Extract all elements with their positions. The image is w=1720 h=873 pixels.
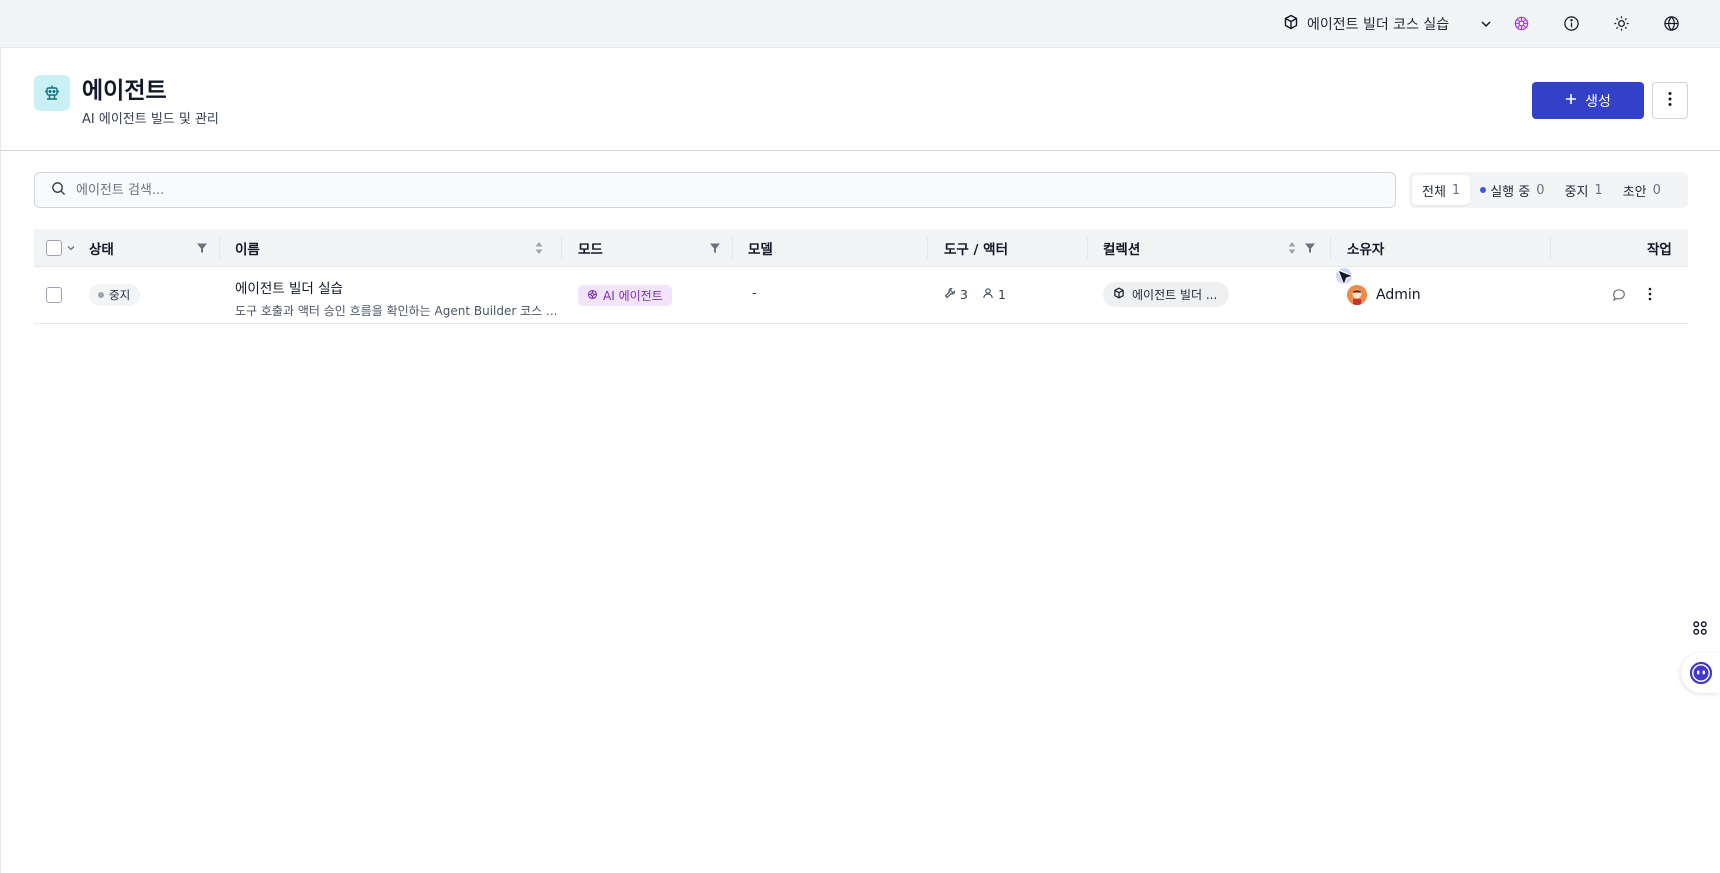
mode-badge: AI 에이전트	[578, 285, 672, 306]
create-button[interactable]: 생성	[1532, 82, 1644, 119]
actors-count: 1	[997, 287, 1006, 302]
status-badge: 중지	[89, 284, 141, 306]
main-panel: 에이전트 AI 에이전트 빌드 및 관리 생성 전체 1 실행 중 0	[0, 48, 1720, 873]
plus-icon	[1565, 93, 1577, 109]
column-header-tools: 도구 / 액터	[944, 242, 1009, 258]
collection-picker[interactable]: 에이전트 빌더 코스 실습	[1283, 12, 1493, 36]
assistant-bot-icon[interactable]	[1681, 653, 1720, 693]
filter-tab-label: 전체	[1422, 184, 1446, 200]
globe-icon[interactable]	[1661, 13, 1681, 33]
tools-count: 3	[960, 287, 968, 302]
column-header-collection[interactable]: 컬렉션	[1103, 229, 1140, 267]
column-header-status: 상태	[89, 242, 114, 258]
page-header: 에이전트 AI 에이전트 빌드 및 관리 생성	[1, 48, 1720, 151]
filter-tab-running[interactable]: 실행 중 0	[1470, 175, 1554, 205]
page-subtitle: AI 에이전트 빌드 및 관리	[82, 112, 219, 127]
collection-cell: 에이전트 빌더 ...	[1103, 282, 1230, 307]
collection-label: 에이전트 빌더 ...	[1132, 288, 1218, 302]
filter-tab-stopped[interactable]: 중지 1	[1555, 175, 1613, 205]
filter-icon[interactable]	[1304, 229, 1320, 267]
name-cell: 에이전트 빌더 실습 도구 호출과 액터 승인 흐름을 확인하는 Agent B…	[235, 277, 557, 319]
select-all-checkbox-cell	[46, 229, 76, 267]
user-icon	[982, 287, 994, 302]
filter-tab-label: 초안	[1622, 184, 1647, 200]
create-button-label: 생성	[1585, 93, 1611, 110]
status-cell: 중지	[89, 284, 141, 306]
status-filter-tabs: 전체 1 실행 중 0 중지 1 초안 0	[1409, 172, 1688, 208]
robot-icon	[34, 75, 70, 111]
table-header: 상태 이름 모드 모델 도구 / 액터 컬렉션 소유자 작업	[34, 229, 1688, 267]
column-header-mode: 모드	[578, 242, 603, 258]
collection-badge[interactable]: 에이전트 빌더 ...	[1103, 282, 1230, 307]
running-dot-icon	[1480, 187, 1487, 193]
filter-tab-label: 실행 중	[1490, 184, 1531, 200]
actors-stat: 1	[982, 287, 1006, 302]
agent-description: 도구 호출과 액터 승인 흐름을 확인하는 Agent Builder 코스 .…	[235, 304, 558, 318]
filter-tab-draft[interactable]: 초안 0	[1613, 175, 1671, 205]
tools-cell: 3 1	[944, 287, 1006, 302]
filter-icon[interactable]	[196, 229, 212, 267]
top-bar: 에이전트 빌더 코스 실습	[0, 0, 1720, 48]
search-icon	[51, 181, 66, 200]
owner-name: Admin	[1376, 287, 1421, 303]
column-header-owner: 소유자	[1347, 242, 1385, 258]
sort-icon[interactable]	[534, 229, 546, 267]
column-header-name[interactable]: 이름	[235, 229, 260, 267]
cube-icon	[1113, 287, 1125, 302]
tools-stat: 3	[944, 287, 968, 302]
apps-grid-icon[interactable]	[1683, 611, 1717, 645]
column-header-actions: 작업	[1647, 242, 1672, 258]
cube-icon	[1283, 14, 1299, 34]
mode-label: AI 에이전트	[603, 289, 663, 303]
page-title: 에이전트	[82, 78, 167, 104]
chevron-down-icon[interactable]	[66, 243, 76, 253]
column-header-model: 모델	[748, 242, 773, 258]
agent-name[interactable]: 에이전트 빌더 실습	[235, 277, 557, 297]
status-label: 중지	[109, 288, 131, 302]
filter-tab-count: 1	[1594, 182, 1603, 198]
collection-picker-label: 에이전트 빌더 코스 실습	[1307, 17, 1450, 33]
agents-table: 상태 이름 모드 모델 도구 / 액터 컬렉션 소유자 작업 중지 에이전트 빌…	[34, 229, 1688, 324]
filter-tab-label: 중지	[1564, 184, 1589, 200]
sort-icon[interactable]	[1287, 229, 1299, 267]
chevron-down-icon[interactable]	[1479, 17, 1493, 31]
search-box	[34, 172, 1396, 208]
sun-icon[interactable]	[1611, 13, 1631, 33]
filter-tab-count: 0	[1652, 182, 1661, 198]
info-icon[interactable]	[1561, 13, 1581, 33]
filter-tab-count: 0	[1536, 182, 1545, 198]
comment-icon[interactable]	[1612, 288, 1626, 302]
kebab-icon	[1668, 91, 1672, 111]
model-value: -	[752, 286, 757, 301]
brain-icon[interactable]	[1511, 13, 1531, 33]
wrench-icon	[944, 287, 956, 302]
filter-icon[interactable]	[709, 229, 725, 267]
brain-icon	[587, 289, 598, 303]
row-checkbox[interactable]	[46, 287, 62, 303]
row-checkbox-cell	[46, 287, 62, 303]
status-dot-icon	[98, 292, 104, 298]
mode-cell: AI 에이전트	[578, 285, 672, 306]
row-actions-kebab-icon[interactable]	[1648, 287, 1652, 301]
select-all-checkbox[interactable]	[46, 240, 62, 256]
filter-tab-count: 1	[1451, 182, 1461, 198]
search-input[interactable]	[76, 182, 1356, 198]
filter-tab-all[interactable]: 전체 1	[1412, 175, 1471, 205]
table-row[interactable]: 중지 에이전트 빌더 실습 도구 호출과 액터 승인 흐름을 확인하는 Agen…	[34, 267, 1688, 324]
more-options-button[interactable]	[1652, 82, 1688, 119]
mouse-cursor-icon	[1336, 268, 1360, 296]
